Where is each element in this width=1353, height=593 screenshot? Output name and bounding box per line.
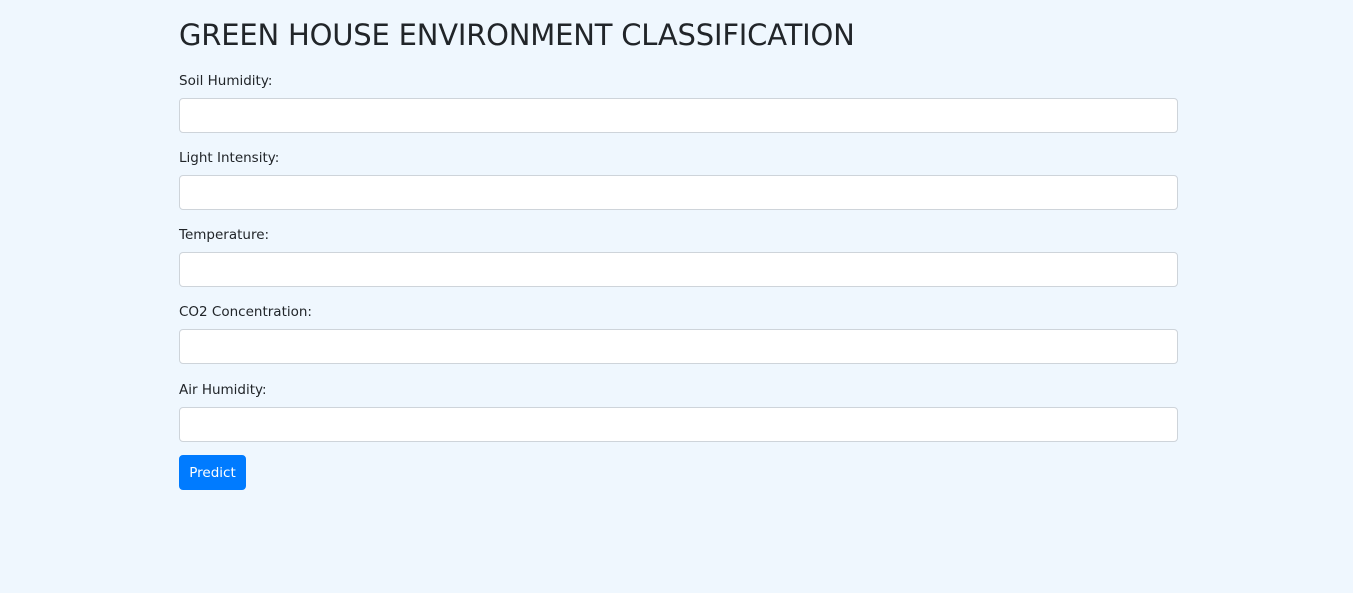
temperature-group: Temperature:: [179, 226, 1178, 287]
soil-humidity-group: Soil Humidity:: [179, 72, 1178, 133]
air-humidity-input[interactable]: [179, 407, 1178, 442]
temperature-label: Temperature:: [179, 227, 270, 243]
light-intensity-input[interactable]: [179, 175, 1178, 210]
page-title: GREEN HOUSE ENVIRONMENT CLASSIFICATION: [179, 18, 855, 52]
soil-humidity-input[interactable]: [179, 98, 1178, 133]
light-intensity-label: Light Intensity:: [179, 150, 280, 166]
air-humidity-label: Air Humidity:: [179, 382, 267, 398]
predict-button[interactable]: Predict: [179, 455, 246, 490]
co2-concentration-label: CO2 Concentration:: [179, 304, 312, 320]
temperature-input[interactable]: [179, 252, 1178, 287]
soil-humidity-label: Soil Humidity:: [179, 73, 273, 89]
co2-concentration-input[interactable]: [179, 329, 1178, 364]
main-container: GREEN HOUSE ENVIRONMENT CLASSIFICATION S…: [179, 0, 1178, 490]
co2-concentration-group: CO2 Concentration:: [179, 303, 1178, 364]
light-intensity-group: Light Intensity:: [179, 149, 1178, 210]
air-humidity-group: Air Humidity:: [179, 381, 1178, 442]
